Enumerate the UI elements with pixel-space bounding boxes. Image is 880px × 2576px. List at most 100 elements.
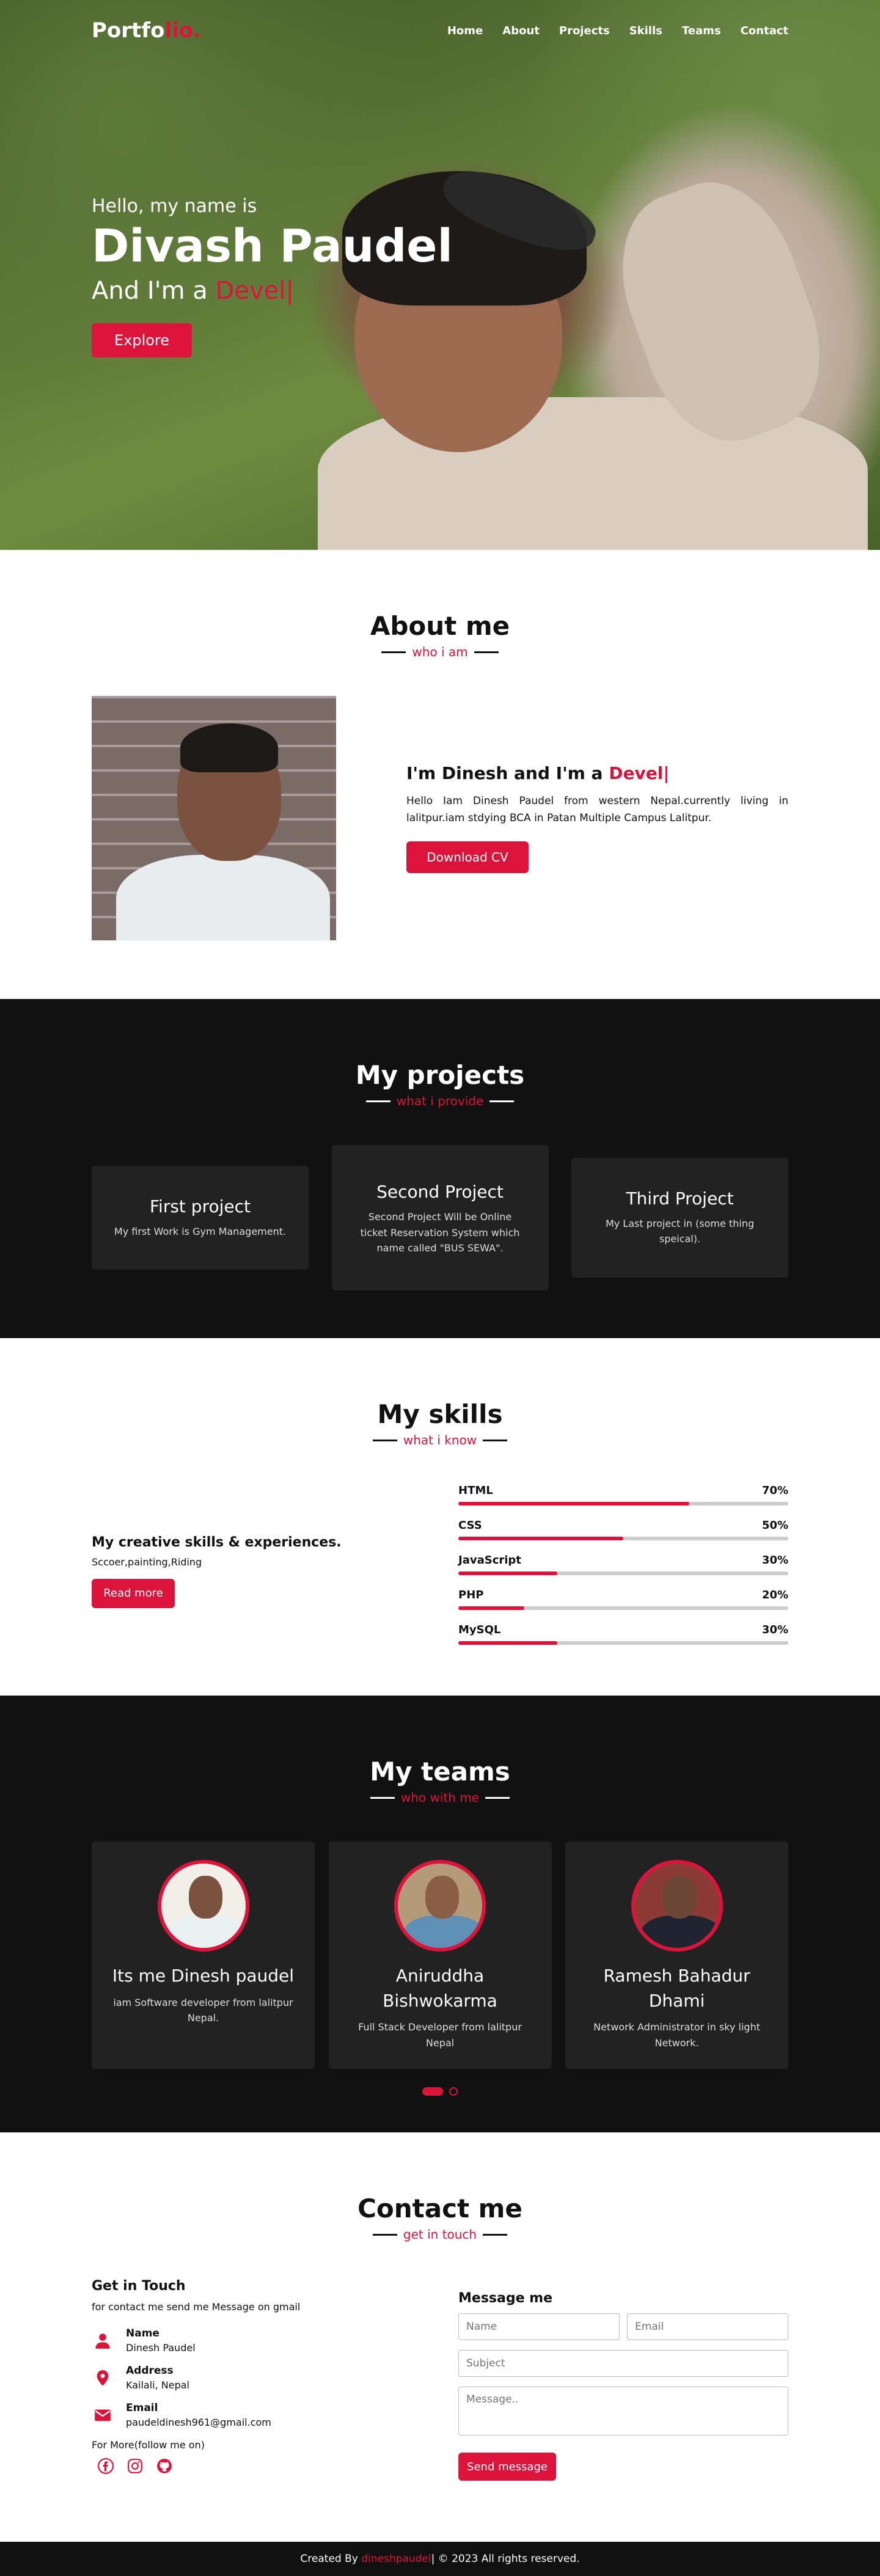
carousel-dots: [92, 2087, 788, 2096]
divider: [490, 1100, 515, 1102]
project-card[interactable]: Third Project My Last project in (some t…: [571, 1157, 788, 1278]
about-subtitle: who i am: [381, 645, 499, 659]
about-photo-hair: [180, 723, 278, 772]
skill-percent: 70%: [761, 1484, 788, 1497]
contact-row: Get in Touch for contact me send me Mess…: [92, 2278, 788, 2481]
contact-title: Contact me: [358, 2194, 522, 2223]
team-card[interactable]: Ramesh Bahadur Dhami Network Administrat…: [565, 1842, 788, 2069]
nav-contact[interactable]: Contact: [741, 24, 788, 37]
projects-subtitle-text: what i provide: [396, 1094, 484, 1108]
nav-about[interactable]: About: [502, 24, 540, 37]
about-text: I'm Dinesh and I'm a Devel| Hello Iam Di…: [406, 763, 788, 873]
avatar: [157, 1860, 249, 1952]
skill-track: [458, 1641, 788, 1645]
follow-text: For More(follow me on): [92, 2439, 205, 2451]
projects-section: My projects what i provide First project…: [0, 999, 880, 1338]
email-input[interactable]: [627, 2313, 788, 2340]
info-value: Dinesh Paudel: [126, 2342, 196, 2354]
project-card[interactable]: Second Project Second Project Will be On…: [331, 1145, 549, 1290]
team-member-desc: iam Software developer from lalitpur Nep…: [113, 1996, 293, 2024]
send-message-button[interactable]: Send message: [458, 2453, 556, 2481]
about-photo: [92, 696, 336, 940]
team-cards: Its me Dinesh paudel iam Software develo…: [92, 1842, 788, 2069]
download-cv-button[interactable]: Download CV: [406, 841, 529, 873]
project-cards: First project My first Work is Gym Manag…: [92, 1145, 788, 1290]
about-paragraph: Hello Iam Dinesh Paudel from western Nep…: [406, 795, 788, 824]
teams-title-wrap: My teams who with me: [92, 1757, 788, 1805]
skill-fill: [458, 1641, 557, 1645]
divider: [483, 2233, 508, 2236]
skill-track: [458, 1537, 788, 1540]
nav-teams[interactable]: Teams: [682, 24, 721, 37]
facebook-icon[interactable]: [98, 2458, 114, 2474]
project-card[interactable]: First project My first Work is Gym Manag…: [92, 1165, 309, 1270]
explore-button[interactable]: Explore: [92, 323, 192, 357]
skills-row: My creative skills & experiences. Sccoer…: [92, 1484, 788, 1658]
divider: [474, 651, 499, 653]
about-heading-typed: Devel|: [609, 763, 670, 784]
skill-name: CSS: [458, 1519, 482, 1532]
about-subtitle-text: who i am: [412, 645, 468, 659]
project-title: Third Project: [626, 1188, 734, 1209]
skills-intro: My creative skills & experiences. Sccoer…: [92, 1535, 422, 1608]
social-links: [98, 2458, 422, 2474]
skill-name: MySQL: [458, 1623, 501, 1636]
hero-content: Hello, my name is Divash Paudel And I'm …: [92, 196, 453, 357]
navbar: Portfolio. Home About Projects Skills Te…: [0, 0, 880, 61]
skill-track: [458, 1502, 788, 1506]
skill-bars: HTML 70% CSS 50% JavaScript 30% PHP 20% MySQ…: [458, 1484, 788, 1658]
user-icon: [95, 2333, 110, 2349]
project-description: My first Work is Gym Management.: [114, 1225, 287, 1237]
divider: [370, 1796, 395, 1799]
logo[interactable]: Portfolio.: [92, 18, 201, 43]
team-member-desc: Full Stack Developer from lalitpur Nepal: [358, 2021, 522, 2049]
skill-percent: 50%: [761, 1519, 788, 1532]
footer-author-link[interactable]: dineshpaudel: [361, 2553, 431, 2565]
read-more-button[interactable]: Read more: [92, 1578, 175, 1608]
divider: [381, 651, 406, 653]
skill-bar-css: CSS 50%: [458, 1519, 788, 1540]
message-textarea[interactable]: [458, 2387, 788, 2435]
skill-percent: 20%: [761, 1589, 788, 1601]
logo-text: Portfo: [92, 18, 165, 43]
contact-subtitle: get in touch: [372, 2227, 508, 2242]
subject-input[interactable]: [458, 2350, 788, 2377]
map-marker-icon: [97, 2369, 109, 2386]
skills-text: Sccoer,painting,Riding: [92, 1556, 202, 1568]
skill-name: HTML: [458, 1484, 493, 1497]
team-card[interactable]: Its me Dinesh paudel iam Software develo…: [92, 1842, 315, 2069]
about-photo-shirt: [116, 855, 330, 940]
contact-form: Message me Send message: [458, 2278, 788, 2481]
carousel-dot[interactable]: [449, 2087, 458, 2096]
divider: [365, 1100, 391, 1102]
team-member-name: Ramesh Bahadur Dhami: [603, 1966, 750, 2011]
instagram-icon[interactable]: [127, 2458, 143, 2474]
info-email: Email paudeldinesh961@gmail.com: [92, 2402, 422, 2428]
team-card[interactable]: Aniruddha Bishwokarma Full Stack Develop…: [328, 1842, 552, 2069]
nav-projects[interactable]: Projects: [559, 24, 610, 37]
hero-name: Divash Paudel: [92, 220, 453, 273]
nav-skills[interactable]: Skills: [629, 24, 662, 37]
project-title: Second Project: [376, 1182, 504, 1202]
nav-home[interactable]: Home: [447, 24, 483, 37]
teams-subtitle: who with me: [370, 1790, 510, 1805]
project-description: My Last project in (some thing speical).: [605, 1217, 755, 1245]
skills-subtitle: what i know: [372, 1433, 508, 1447]
nav-menu: Home About Projects Skills Teams Contact: [428, 24, 788, 37]
team-member-desc: Network Administrator in sky light Netwo…: [593, 2021, 760, 2049]
info-address: Address Kailali, Nepal: [92, 2365, 422, 2391]
footer: Created By dineshpaudel | © 2023 All rig…: [0, 2542, 880, 2576]
skill-fill: [458, 1606, 524, 1610]
skill-percent: 30%: [761, 1554, 788, 1567]
info-value[interactable]: paudeldinesh961@gmail.com: [126, 2417, 271, 2428]
avatar: [631, 1860, 723, 1952]
carousel-dot-active[interactable]: [422, 2087, 443, 2096]
name-input[interactable]: [458, 2313, 620, 2340]
skill-name: JavaScript: [458, 1554, 521, 1567]
skills-subtitle-text: what i know: [403, 1433, 477, 1447]
divider: [485, 1796, 510, 1799]
info-label: Name: [126, 2327, 160, 2340]
skill-bar-html: HTML 70%: [458, 1484, 788, 1506]
github-icon[interactable]: [156, 2458, 172, 2474]
divider: [372, 1439, 397, 1441]
